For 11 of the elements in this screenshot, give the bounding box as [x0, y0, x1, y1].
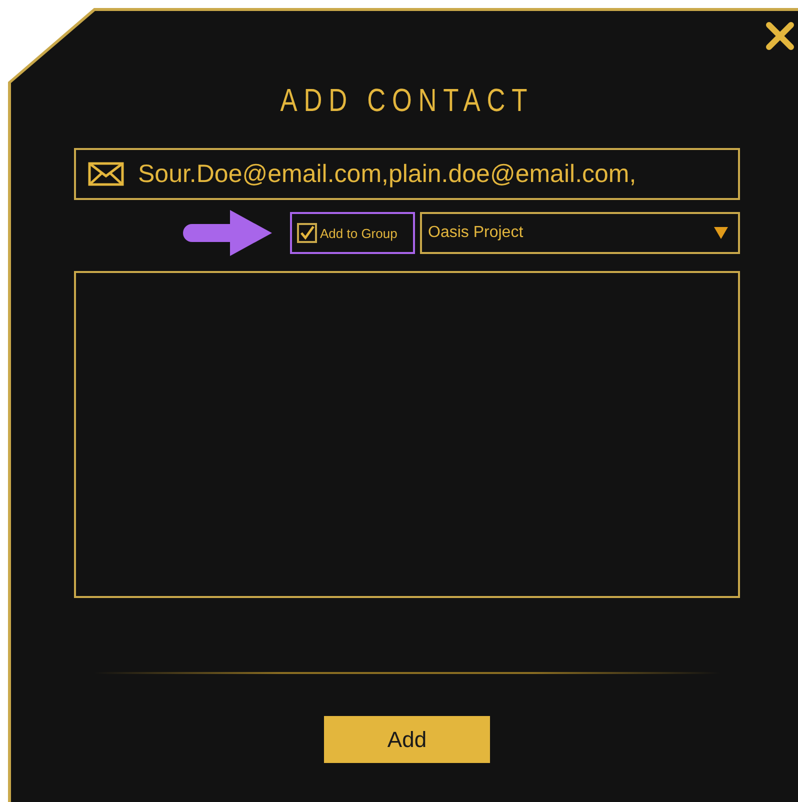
add-to-group-checkbox[interactable]: Add to Group — [290, 212, 415, 254]
group-dropdown[interactable]: Oasis Project — [420, 212, 740, 254]
dialog-title: ADD CONTACT — [279, 81, 535, 120]
checkbox[interactable] — [297, 223, 317, 243]
email-field[interactable]: Sour.Doe@email.com,plain.doe@email.com, — [74, 148, 740, 200]
email-value: Sour.Doe@email.com,plain.doe@email.com, — [138, 160, 636, 188]
message-field[interactable] — [74, 271, 740, 598]
envelope-icon — [88, 162, 124, 186]
close-icon[interactable] — [765, 21, 795, 51]
caret-icon — [714, 227, 728, 239]
add-button[interactable]: Add — [324, 716, 490, 763]
